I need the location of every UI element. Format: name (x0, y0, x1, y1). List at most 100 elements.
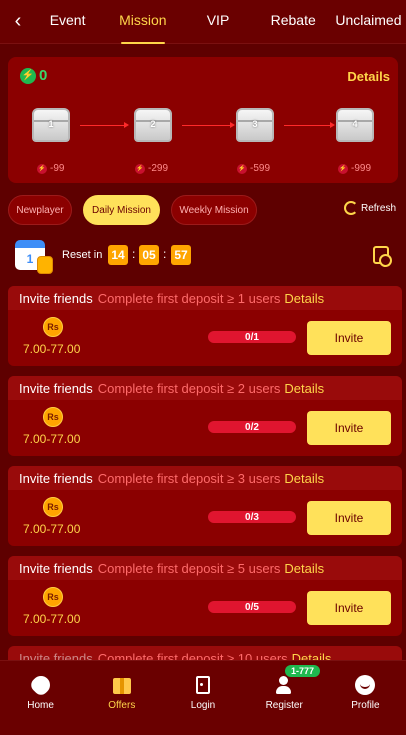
mission-progress: 0/1 (208, 331, 296, 343)
threshold-3: ⚡ -599 (237, 163, 270, 174)
back-button[interactable]: ‹ (0, 10, 30, 33)
reset-hours: 14 (108, 245, 128, 265)
history-icon[interactable] (373, 246, 392, 267)
chest-label: 4 (352, 119, 358, 129)
mission-progress: 0/5 (208, 601, 296, 613)
arrow-icon (284, 122, 335, 128)
lightning-icon: ⚡ (237, 163, 247, 174)
reset-seconds: 57 (171, 245, 191, 265)
tab-mission[interactable]: Mission (105, 0, 180, 44)
chest-3[interactable]: 3 (235, 105, 275, 145)
mission-card: Invite friends Complete first deposit ≥ … (8, 376, 402, 456)
mission-details-link[interactable]: Details (284, 291, 324, 306)
mission-header: Invite friends Complete first deposit ≥ … (8, 556, 402, 580)
filter-newplayer[interactable]: Newplayer (8, 195, 72, 225)
nav-label: Login (190, 700, 216, 711)
mission-header: Invite friends Complete first deposit ≥ … (8, 286, 402, 310)
rupee-coin-icon: Rs (43, 407, 63, 427)
mission-title: Invite friends (19, 380, 93, 396)
nav-label: Register (265, 700, 303, 711)
nav-login[interactable]: Login (162, 661, 243, 735)
refresh-label: Refresh (360, 202, 396, 214)
chest-label: 1 (48, 119, 54, 129)
mission-description: Complete first deposit ≥ 3 users (97, 470, 281, 486)
chest-track: 1 2 3 4 (8, 97, 398, 147)
lightning-icon: ⚡ (37, 163, 47, 174)
calendar-icon: 1 (15, 236, 53, 274)
chest-label: 3 (252, 119, 258, 129)
rupee-coin-icon: Rs (43, 497, 63, 517)
threshold-4: ⚡ -999 (338, 163, 371, 174)
mission-details-link[interactable]: Details (284, 381, 324, 396)
mission-card: Invite friends Complete first deposit ≥ … (8, 286, 402, 366)
nav-home[interactable]: Home (0, 661, 81, 735)
coin-total-value: 0 (39, 67, 48, 84)
mission-card: Invite friends Complete first deposit ≥ … (8, 466, 402, 546)
mission-header: Invite friends Complete first deposit ≥ … (8, 466, 402, 490)
mission-reward: 7.00-77.00 (23, 432, 81, 446)
refresh-button[interactable]: Refresh (343, 201, 396, 215)
chest-label: 2 (150, 119, 156, 129)
threshold-value: -999 (351, 163, 372, 174)
mission-title: Invite friends (19, 470, 93, 486)
coin-total: ⚡ 0 (20, 67, 47, 84)
refresh-icon (343, 201, 358, 215)
nav-label: Home (27, 700, 54, 711)
arrow-icon (182, 122, 235, 128)
lightning-icon: ⚡ (338, 163, 348, 174)
threshold-value: -599 (250, 163, 271, 174)
tab-unclaimed[interactable]: Unclaimed (331, 0, 406, 44)
nav-label: Profile (351, 700, 380, 711)
profile-icon (355, 675, 376, 695)
nav-register[interactable]: 1-777 Register (244, 661, 325, 735)
mission-card: Invite friends Complete first deposit ≥ … (8, 556, 402, 636)
chest-4[interactable]: 4 (335, 105, 375, 145)
chevron-left-icon: ‹ (14, 10, 22, 32)
invite-button[interactable]: Invite (307, 411, 391, 445)
nav-label: Offers (108, 700, 136, 711)
invite-button[interactable]: Invite (307, 501, 391, 535)
threshold-2: ⚡ -299 (135, 163, 168, 174)
lightning-icon: ⚡ (135, 163, 145, 174)
reset-minutes: 05 (139, 245, 159, 265)
mission-reward: 7.00-77.00 (23, 342, 81, 356)
invite-button[interactable]: Invite (307, 321, 391, 355)
tab-event[interactable]: Event (30, 0, 105, 44)
tab-rebate[interactable]: Rebate (256, 0, 331, 44)
mission-title: Invite friends (19, 290, 93, 306)
mission-progress: 0/2 (208, 421, 296, 433)
chest-1[interactable]: 1 (31, 105, 71, 145)
mission-description: Complete first deposit ≥ 2 users (97, 380, 281, 396)
nav-offers[interactable]: Offers (81, 661, 162, 735)
coins-icon (37, 256, 53, 274)
tab-vip[interactable]: VIP (180, 0, 255, 44)
gift-icon (112, 675, 132, 695)
spade-icon (27, 672, 54, 698)
mission-details-link[interactable]: Details (284, 471, 324, 486)
chest-progress-card: ⚡ 0 Details 1 2 3 4 ⚡ -99 ⚡ -299 ⚡ -599 ⚡ -9… (8, 57, 398, 183)
door-icon (193, 675, 213, 695)
rupee-coin-icon: Rs (43, 587, 63, 607)
rupee-coin-icon: Rs (43, 317, 63, 337)
mission-description: Complete first deposit ≥ 1 users (97, 290, 281, 306)
mission-progress: 0/3 (208, 511, 296, 523)
reset-label: Reset in (62, 249, 103, 261)
threshold-value: -99 (50, 163, 65, 174)
top-nav: ‹ Event Mission VIP Rebate Unclaimed (0, 0, 406, 44)
mission-title: Invite friends (19, 560, 93, 576)
filter-daily-mission[interactable]: Daily Mission (83, 195, 160, 225)
nav-profile[interactable]: Profile (325, 661, 406, 735)
details-link[interactable]: Details (347, 69, 390, 84)
chest-2[interactable]: 2 (133, 105, 173, 145)
bottom-nav: Home Offers Login 1-777 Register Profile (0, 660, 406, 735)
time-separator: : (132, 247, 136, 261)
mission-description: Complete first deposit ≥ 5 users (97, 560, 281, 576)
arrow-icon (80, 122, 129, 128)
mission-details-link[interactable]: Details (284, 561, 324, 576)
mission-reward: 7.00-77.00 (23, 522, 81, 536)
invite-button[interactable]: Invite (307, 591, 391, 625)
threshold-value: -299 (148, 163, 169, 174)
chest-thresholds: ⚡ -99 ⚡ -299 ⚡ -599 ⚡ -999 (8, 163, 398, 177)
threshold-1: ⚡ -99 (37, 163, 64, 174)
filter-weekly-mission[interactable]: Weekly Mission (171, 195, 257, 225)
